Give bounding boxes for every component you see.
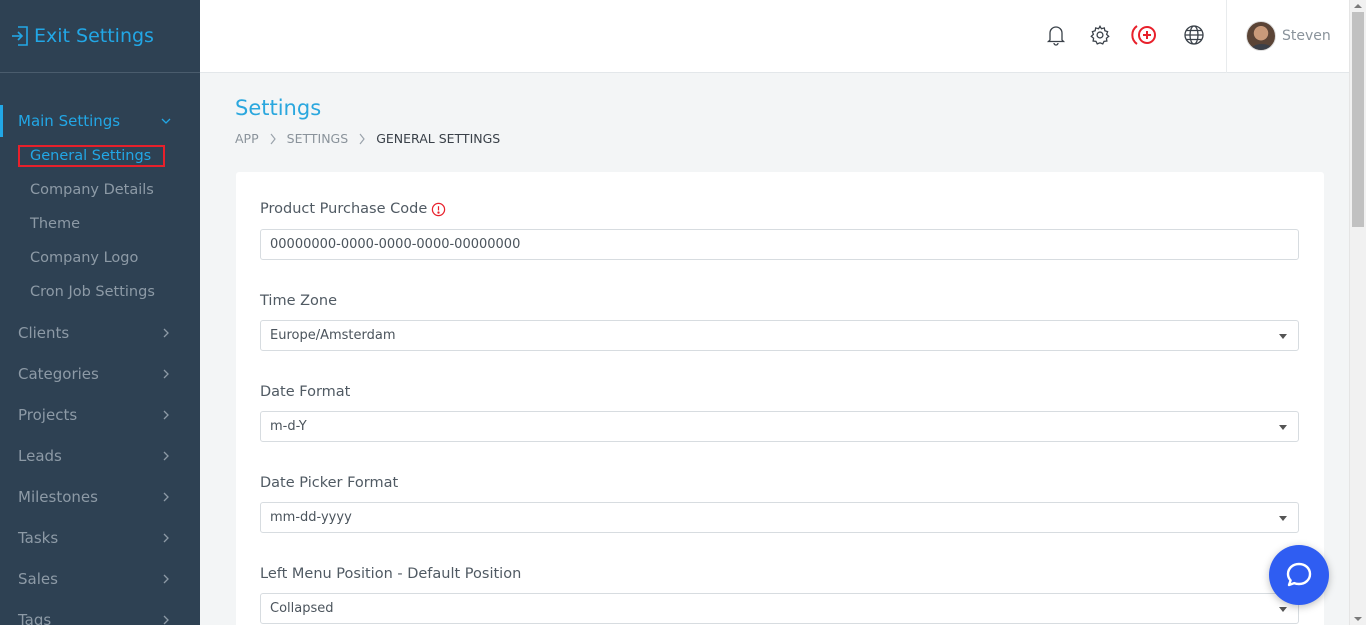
main-settings-label: Main Settings [18, 112, 121, 130]
left-menu-position-value: Collapsed [270, 601, 334, 616]
timezone-value: Europe/Amsterdam [270, 328, 396, 343]
breadcrumb-app[interactable]: APP [235, 131, 259, 146]
chevron-right-icon [163, 615, 169, 624]
globe-icon [1184, 25, 1204, 45]
chevron-right-icon [359, 133, 365, 144]
quick-add-button[interactable] [1130, 22, 1162, 48]
purchase-code-label: Product Purchase Code [260, 201, 446, 217]
sidebar-item-main-settings[interactable]: Main Settings [0, 105, 200, 137]
date-picker-format-value: mm-dd-yyyy [270, 510, 352, 525]
left-menu-position-select[interactable]: Collapsed [260, 593, 1299, 624]
sidebar-item-projects[interactable]: Projects [0, 394, 200, 435]
caret-down-icon [1279, 425, 1287, 430]
date-format-value: m-d-Y [270, 419, 307, 434]
breadcrumb: APP SETTINGS GENERAL SETTINGS [235, 131, 500, 146]
chat-bubble-icon [1286, 562, 1312, 587]
chat-button[interactable] [1269, 545, 1329, 605]
timezone-label: Time Zone [260, 293, 338, 309]
page-scrollbar[interactable] [1349, 0, 1366, 625]
user-menu[interactable]: Steven [1246, 21, 1331, 51]
chevron-down-icon [161, 118, 171, 124]
sidebar: Exit Settings Main Settings General Sett… [0, 0, 200, 625]
chevron-right-icon [163, 369, 169, 378]
sidebar-item-clients[interactable]: Clients [0, 312, 200, 353]
sidebar-item-milestones[interactable]: Milestones [0, 476, 200, 517]
caret-down-icon [1279, 334, 1287, 339]
purchase-code-value: 00000000-0000-0000-0000-00000000 [270, 237, 521, 252]
date-picker-format-select[interactable]: mm-dd-yyyy [260, 502, 1299, 533]
breadcrumb-settings[interactable]: SETTINGS [287, 131, 349, 146]
sales-label: Sales [18, 569, 58, 588]
categories-label: Categories [18, 364, 99, 383]
chevron-right-icon [163, 574, 169, 583]
date-format-label: Date Format [260, 384, 351, 400]
company-logo-label: Company Logo [30, 250, 139, 266]
milestones-label: Milestones [18, 487, 98, 506]
sidebar-item-general-settings[interactable]: General Settings [0, 139, 200, 173]
tags-label: Tags [18, 610, 52, 625]
gear-icon [1090, 25, 1110, 45]
theme-label: Theme [30, 216, 81, 232]
chevron-right-icon [163, 328, 169, 337]
clients-label: Clients [18, 323, 70, 342]
caret-down-icon [1279, 607, 1287, 612]
sidebar-item-theme[interactable]: Theme [0, 207, 200, 241]
purchase-code-label-text: Product Purchase Code [260, 201, 428, 217]
exit-settings-link[interactable]: Exit Settings [0, 0, 200, 73]
scroll-down-arrow[interactable] [1354, 617, 1362, 621]
breadcrumb-general-settings: GENERAL SETTINGS [376, 131, 501, 146]
chevron-right-icon [163, 451, 169, 460]
header-divider [1226, 0, 1227, 73]
exit-icon [12, 26, 28, 46]
avatar [1246, 21, 1276, 51]
sidebar-item-categories[interactable]: Categories [0, 353, 200, 394]
date-picker-format-label: Date Picker Format [260, 475, 399, 491]
top-bar: Steven [200, 0, 1349, 73]
date-format-select[interactable]: m-d-Y [260, 411, 1299, 442]
sidebar-item-company-logo[interactable]: Company Logo [0, 241, 200, 275]
scroll-thumb[interactable] [1352, 12, 1364, 227]
exit-settings-label: Exit Settings [34, 25, 154, 47]
chevron-right-icon [270, 133, 276, 144]
company-details-label: Company Details [30, 182, 154, 198]
timezone-select[interactable]: Europe/Amsterdam [260, 320, 1299, 351]
tasks-label: Tasks [18, 528, 59, 547]
left-menu-position-label: Left Menu Position - Default Position [260, 566, 522, 582]
bell-icon [1046, 26, 1066, 46]
page-title: Settings [235, 96, 322, 120]
purchase-code-input[interactable]: 00000000-0000-0000-0000-00000000 [260, 229, 1299, 260]
sidebar-item-company-details[interactable]: Company Details [0, 173, 200, 207]
chevron-right-icon [163, 533, 169, 542]
settings-card: Product Purchase Code 00000000-0000-0000… [236, 172, 1324, 625]
sidebar-item-sales[interactable]: Sales [0, 558, 200, 599]
sidebar-item-cron-job-settings[interactable]: Cron Job Settings [0, 275, 200, 309]
scroll-up-arrow[interactable] [1354, 4, 1362, 8]
add-circle-icon [1131, 25, 1156, 45]
leads-label: Leads [18, 446, 62, 465]
user-name: Steven [1282, 28, 1331, 44]
language-button[interactable] [1182, 22, 1206, 48]
sidebar-item-tags[interactable]: Tags [0, 599, 200, 625]
settings-button[interactable] [1088, 22, 1112, 48]
chevron-right-icon [163, 410, 169, 419]
chevron-right-icon [163, 492, 169, 501]
sidebar-item-tasks[interactable]: Tasks [0, 517, 200, 558]
caret-down-icon [1279, 516, 1287, 521]
general-settings-label: General Settings [17, 145, 166, 167]
sidebar-item-leads[interactable]: Leads [0, 435, 200, 476]
info-icon[interactable] [431, 202, 446, 217]
notifications-button[interactable] [1044, 22, 1068, 48]
cron-job-settings-label: Cron Job Settings [30, 284, 155, 300]
projects-label: Projects [18, 405, 78, 424]
